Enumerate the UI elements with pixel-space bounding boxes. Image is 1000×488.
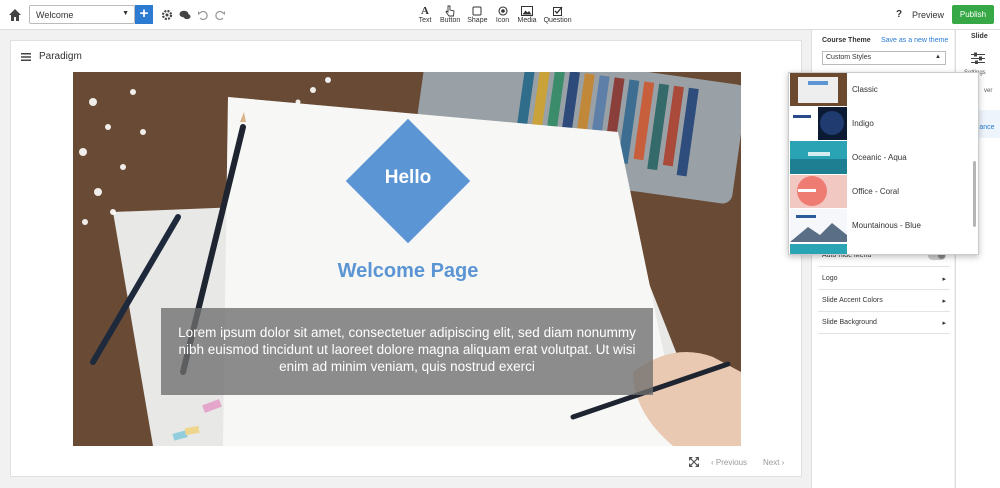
theme-option-office-coral[interactable]: Office - Coral — [789, 175, 973, 209]
rail-title: Slide — [971, 33, 988, 40]
theme-select[interactable]: Custom Styles ▲ — [822, 51, 946, 65]
preview-button[interactable]: Preview — [912, 10, 944, 20]
save-theme-link[interactable]: Save as a new theme — [881, 37, 948, 44]
text-tool[interactable]: A Text — [417, 4, 433, 25]
add-slide-button[interactable]: + — [135, 5, 153, 24]
next-button[interactable]: Next › — [763, 458, 784, 467]
theme-option-classic[interactable]: Classic — [789, 73, 973, 107]
theme-name: Mountainous - Blue — [852, 221, 921, 230]
home-icon[interactable] — [8, 8, 22, 22]
text-icon: A — [421, 4, 429, 17]
course-title: Paradigm — [39, 51, 82, 62]
theme-option-oceanic-aqua[interactable]: Oceanic - Aqua — [789, 141, 973, 175]
slide-accent-colors-label: Slide Accent Colors — [822, 297, 883, 304]
theme-name: Classic — [852, 85, 878, 94]
media-tool[interactable]: Media — [518, 4, 537, 24]
slide-select[interactable]: Welcome ▼ — [29, 5, 135, 24]
redo-icon[interactable] — [214, 9, 226, 21]
theme-option-indigo[interactable]: Indigo — [789, 107, 973, 141]
lorem-text-box[interactable]: Lorem ipsum dolor sit amet, consectetuer… — [161, 308, 653, 395]
theme-name: Office - Coral — [852, 187, 899, 196]
theme-select-value: Custom Styles — [826, 54, 872, 61]
button-tool[interactable]: Button — [440, 4, 460, 24]
editor-canvas: Paradigm Hello Welcome Page Lorem ipsum … — [10, 40, 802, 477]
insert-tools: A Text Button Shape Icon Media Question — [417, 4, 572, 25]
slide-content[interactable]: Hello Welcome Page Lorem ipsum dolor sit… — [73, 72, 741, 446]
slide-select-value: Welcome — [36, 10, 74, 20]
appearance-tab-label: rance — [977, 124, 995, 131]
icon-tool[interactable]: Icon — [495, 4, 511, 24]
previous-label: Previous — [715, 458, 748, 467]
gear-icon[interactable] — [161, 9, 173, 21]
chevron-down-icon: ▼ — [122, 10, 129, 17]
square-icon — [472, 4, 482, 17]
logo-label: Logo — [822, 275, 838, 282]
slide-background-label: Slide Background — [822, 319, 877, 326]
slide-accent-colors-row[interactable]: Slide Accent Colors ▸ — [818, 291, 950, 312]
expand-icon[interactable] — [689, 457, 699, 467]
cover-tab-label[interactable]: ver — [984, 88, 992, 94]
circle-dot-icon — [497, 4, 508, 17]
question-tool-label: Question — [543, 17, 572, 24]
classic-thumbnail — [790, 73, 847, 106]
image-icon — [521, 4, 534, 17]
next-label: Next — [763, 458, 780, 467]
chevron-right-icon: ▸ — [942, 276, 946, 283]
office-coral-thumbnail — [790, 175, 847, 208]
theme-dropdown: Classic Indigo Oceanic - Aqua Office - C… — [788, 72, 979, 255]
slide-background-row[interactable]: Slide Background ▸ — [818, 313, 950, 334]
publish-button[interactable]: Publish — [952, 5, 994, 24]
media-tool-label: Media — [517, 17, 537, 24]
course-theme-label: Course Theme — [822, 37, 871, 44]
welcome-heading[interactable]: Welcome Page — [283, 260, 533, 283]
text-tool-label: Text — [418, 17, 432, 24]
hand-pointer-icon — [445, 4, 455, 17]
comments-icon[interactable] — [179, 9, 191, 21]
theme-name: Indigo — [852, 119, 874, 128]
theme-name: Oceanic - Aqua — [852, 153, 907, 162]
lorem-text: Lorem ipsum dolor sit amet, consectetuer… — [178, 325, 636, 374]
dropdown-scroll-thumb[interactable] — [973, 161, 976, 227]
next-theme-thumbnail — [790, 244, 847, 254]
undo-icon[interactable] — [197, 9, 209, 21]
theme-option-mountainous-blue[interactable]: Mountainous - Blue — [789, 209, 973, 243]
menu-icon[interactable] — [21, 53, 31, 61]
question-tool[interactable]: Question — [544, 4, 572, 24]
icon-tool-label: Icon — [495, 17, 510, 24]
sliders-icon[interactable] — [971, 52, 985, 64]
logo-row[interactable]: Logo ▸ — [818, 269, 950, 290]
indigo-thumbnail — [790, 107, 847, 140]
previous-button[interactable]: ‹ Previous — [711, 458, 747, 467]
button-tool-label: Button — [440, 17, 461, 24]
chevron-up-icon: ▲ — [935, 54, 941, 60]
checkbox-icon — [552, 4, 563, 17]
oceanic-aqua-thumbnail — [790, 141, 847, 174]
chevron-right-icon: ▸ — [942, 298, 946, 305]
shape-tool-label: Shape — [467, 17, 488, 24]
shape-tool[interactable]: Shape — [467, 4, 488, 24]
mountainous-blue-thumbnail — [790, 209, 847, 242]
top-toolbar: Welcome ▼ + A Text Button Shape Icon Med… — [0, 0, 1000, 30]
chevron-right-icon: ▸ — [942, 320, 946, 327]
hello-heading[interactable]: Hello — [345, 167, 471, 189]
help-button[interactable]: ? — [896, 9, 902, 20]
